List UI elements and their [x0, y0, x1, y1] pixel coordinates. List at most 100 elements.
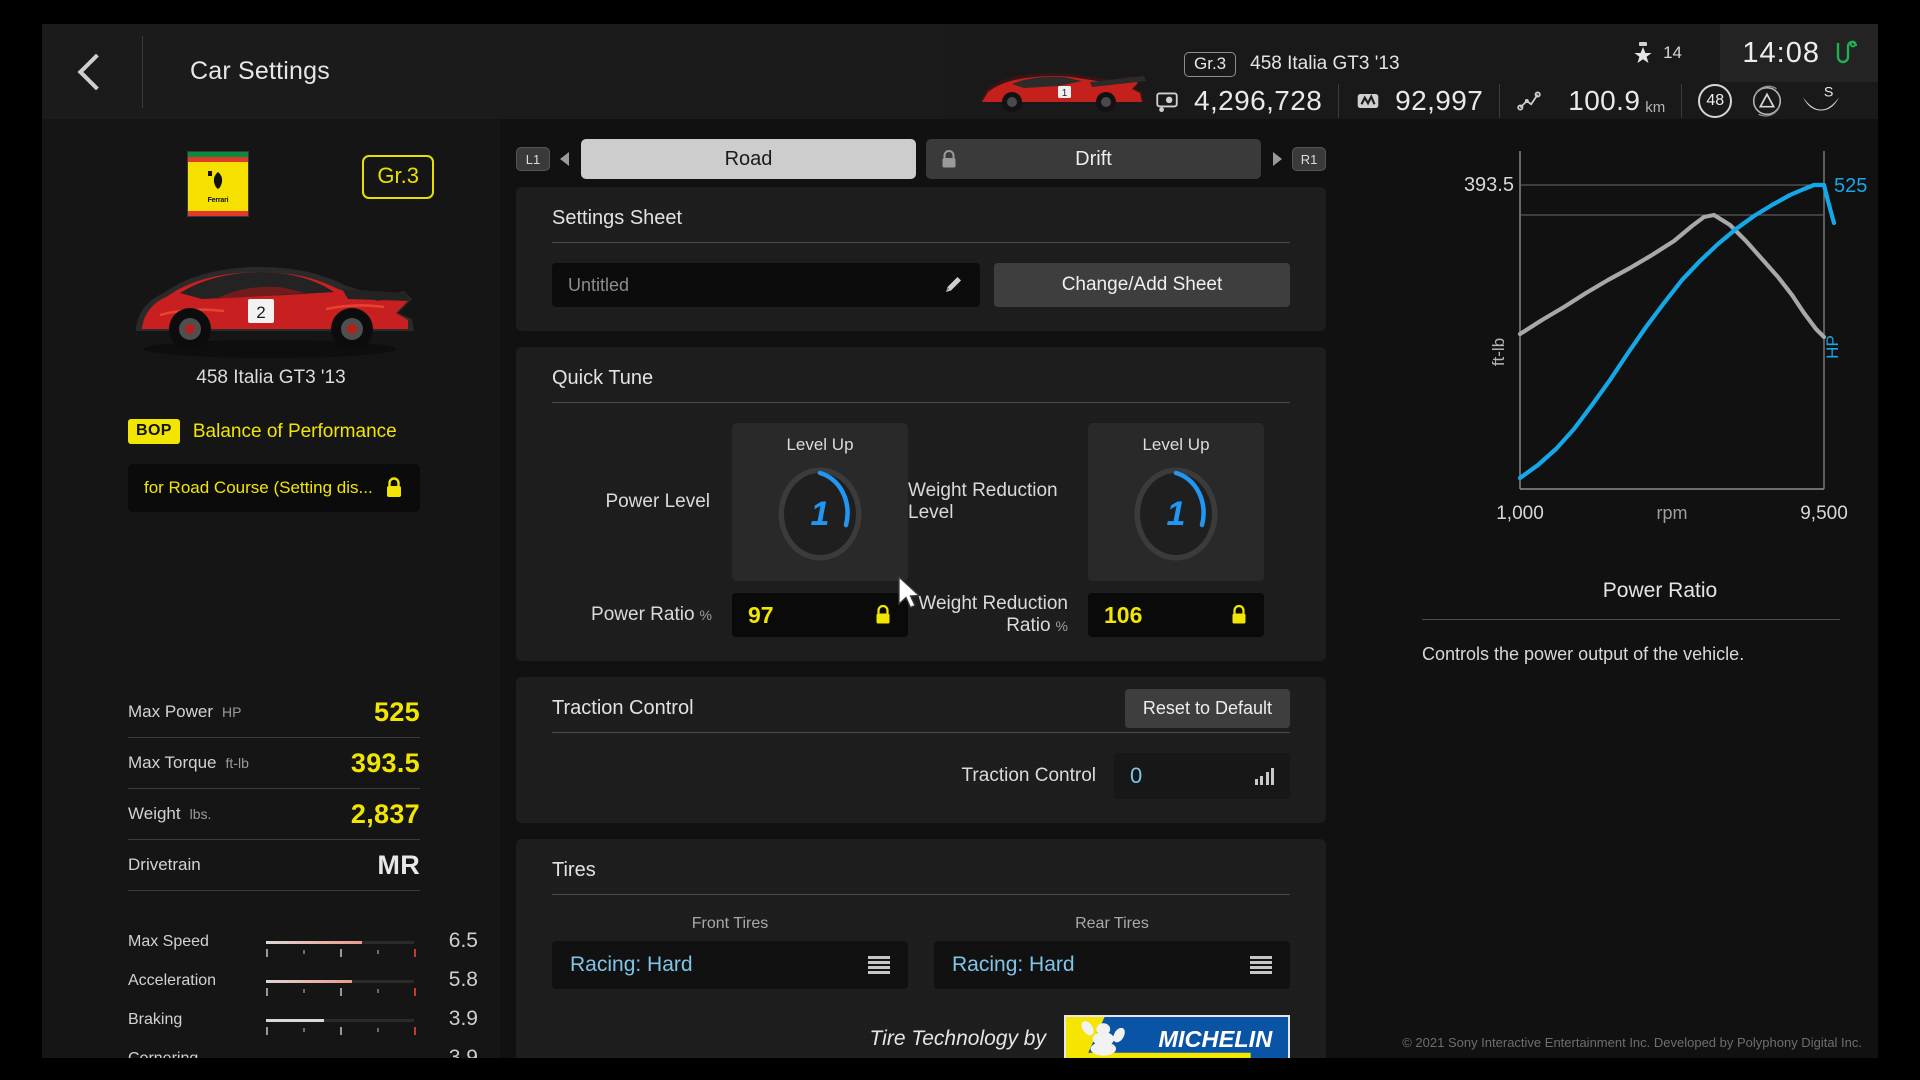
perf-row: Braking 3.9: [128, 1007, 478, 1046]
prev-tab-arrow-icon[interactable]: [560, 152, 569, 166]
traction-reset-button[interactable]: Reset to Default: [1124, 689, 1290, 728]
weight-level-dial[interactable]: Level Up 1: [1088, 423, 1264, 581]
stat-row: Max Power HP 525: [128, 687, 420, 738]
account-stats: 4,296,728 92,997 100.9 km 48 S: [1154, 82, 1842, 120]
brand-name: Ferrari: [207, 197, 229, 204]
traction-control-title: Traction Control: [552, 697, 694, 719]
perf-name: Acceleration: [128, 972, 217, 989]
traction-control-value: 0: [1130, 763, 1143, 788]
lock-icon: [1232, 604, 1246, 624]
power-ratio-field[interactable]: 97: [732, 593, 908, 637]
quick-tune-title: Quick Tune: [552, 367, 654, 389]
bop-setting-text: for Road Course (Setting dis...: [144, 478, 373, 497]
lock-icon: [942, 150, 956, 168]
perf-value: 3.9: [448, 1007, 478, 1030]
weight-ratio-field[interactable]: 106: [1088, 593, 1264, 637]
pencil-icon[interactable]: [942, 274, 964, 296]
stat-name: Weight: [128, 804, 181, 823]
weight-ratio-value: 106: [1104, 601, 1143, 628]
traction-control-value-field[interactable]: 0: [1114, 753, 1290, 799]
tab-road[interactable]: Road: [581, 139, 916, 179]
weight-level-value: 1: [1166, 494, 1186, 533]
back-button[interactable]: [42, 24, 142, 119]
perf-track: [266, 941, 414, 944]
weight-level-label: Weight Reduction Level: [908, 480, 1058, 523]
network-icon: [1836, 40, 1858, 64]
bop-setting-row[interactable]: for Road Course (Setting dis...: [128, 464, 420, 512]
stat-name: Max Torque: [128, 753, 217, 772]
rear-tire-select[interactable]: Racing: Hard: [934, 941, 1290, 989]
card-body: Power Level Level Up 1 Weight Reduction …: [516, 403, 1326, 661]
copyright-text: © 2021 Sony Interactive Entertainment In…: [1402, 1035, 1862, 1050]
front-tires-header: Front Tires: [691, 915, 769, 932]
bop-tag: BOP: [128, 419, 180, 444]
l1-button[interactable]: L1: [516, 147, 550, 171]
front-tire-value: Racing: Hard: [570, 953, 693, 976]
weight-ratio-label: Weight Reduction Ratio%: [908, 593, 1088, 637]
divider: [1499, 84, 1501, 118]
perf-name: Max Speed: [128, 933, 209, 950]
perf-ticks: [266, 988, 416, 997]
perf-row: Max Speed 6.5: [128, 929, 478, 968]
credits-value: 4,296,728: [1194, 85, 1323, 116]
dial-graphic: 1: [774, 463, 866, 565]
power-level-value: 1: [810, 494, 830, 533]
sidebar-car-title: 458 Italia GT3 '13: [196, 367, 346, 388]
perf-value: 6.5: [448, 929, 478, 952]
sponsor-name: MICHELIN: [1158, 1026, 1273, 1052]
car-name: 458 Italia GT3 '13: [1250, 53, 1400, 75]
description-body: Controls the power output of the vehicle…: [1422, 644, 1745, 664]
right-info-panel: 393.5 525 ft-lb HP 1,000 rpm 9,500 Power…: [1422, 119, 1878, 1058]
tires-title: Tires: [552, 859, 596, 881]
lock-icon: [876, 604, 890, 624]
perf-track: [266, 1019, 414, 1022]
sportsmanship-s-icon: S: [1803, 84, 1840, 111]
car-class-chip: Gr.3: [1184, 52, 1237, 77]
tab-road-label: Road: [724, 147, 773, 170]
svg-text:1: 1: [1062, 88, 1068, 99]
power-peak-label: 525: [1834, 175, 1867, 197]
mileage-points-icon: [1357, 93, 1379, 109]
distance-unit: km: [1645, 99, 1666, 116]
torque-axis-label: ft-lb: [1489, 338, 1508, 366]
ferrari-brand-logo: Ferrari: [188, 162, 248, 211]
power-level-dial[interactable]: Level Up 1: [732, 423, 908, 581]
perf-row: Cornering 3.9: [128, 1046, 478, 1058]
chevron-left-icon: [77, 53, 114, 90]
traction-control-row-label: Traction Control: [961, 765, 1096, 786]
card-head: Traction Control Reset to Default: [516, 677, 1326, 732]
route-icon: [1517, 91, 1541, 111]
clock-value: 14:08: [1742, 36, 1820, 69]
stat-name: Drivetrain: [128, 855, 201, 874]
weight-level-up-label: Level Up: [1142, 435, 1210, 454]
clock-area: 14:08: [1720, 24, 1878, 82]
power-ratio-unit: %: [699, 607, 712, 623]
car-image: 2: [136, 266, 414, 358]
stat-unit: lbs.: [189, 806, 212, 822]
stat-row: Drivetrain MR: [128, 840, 420, 891]
stat-value: 525: [374, 696, 420, 727]
perf-value: 3.9: [448, 1046, 478, 1058]
lock-icon: [387, 477, 401, 497]
power-axis-label: HP: [1823, 335, 1842, 359]
bop-header: BOP Balance of Performance: [128, 419, 397, 444]
sheet-name-input[interactable]: Untitled: [552, 263, 980, 307]
card-body: Untitled Change/Add Sheet: [516, 243, 1326, 331]
rpm-axis-label: rpm: [1657, 503, 1688, 523]
tab-drift[interactable]: Drift: [926, 139, 1261, 179]
card-body: Front Tires Rear Tires Racing: Hard Raci…: [516, 895, 1326, 1058]
settings-sheet-title: Settings Sheet: [552, 207, 683, 229]
next-tab-arrow-icon[interactable]: [1273, 152, 1282, 166]
perf-name: Cornering: [128, 1050, 198, 1058]
front-tire-select[interactable]: Racing: Hard: [552, 941, 908, 989]
card-head: Tires: [516, 839, 1326, 894]
quick-tune-card: Quick Tune Power Level Level Up 1 Weight…: [516, 347, 1326, 661]
change-add-sheet-button[interactable]: Change/Add Sheet: [994, 263, 1290, 307]
r1-button[interactable]: R1: [1292, 147, 1326, 171]
power-ratio-value: 97: [748, 601, 774, 628]
michelin-logo: MICHELIN: [1064, 1015, 1290, 1058]
card-head: Settings Sheet: [516, 187, 1326, 242]
perf-name: Braking: [128, 1011, 183, 1028]
perf-value: 5.8: [448, 968, 478, 991]
tires-card: Tires Front Tires Rear Tires Racing: Har…: [516, 839, 1326, 1058]
